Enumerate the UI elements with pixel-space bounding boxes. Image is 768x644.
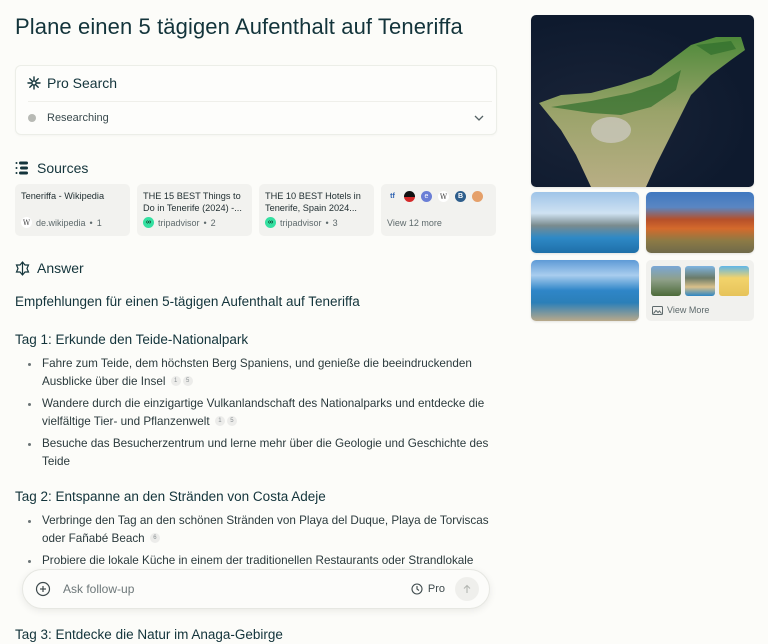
source-site: tripadvisor — [158, 217, 200, 228]
wikipedia-icon: W — [21, 217, 32, 228]
source-title: Teneriffa - Wikipedia — [21, 191, 105, 201]
source-meta: ∞ tripadvisor • 2 — [143, 217, 216, 228]
wikipedia-icon: W — [438, 191, 449, 202]
clock-icon — [411, 583, 423, 595]
view-more-sources-button[interactable]: tf e W B View 12 more — [381, 184, 496, 236]
sources-stack-icon — [15, 161, 28, 175]
thumbnail-image — [719, 266, 749, 296]
sources-header: Sources — [15, 160, 88, 176]
orange-hand-icon — [472, 191, 483, 202]
source-site: tripadvisor — [280, 217, 322, 228]
answer-heading: Empfehlungen für einen 5-tägigen Aufenth… — [15, 294, 360, 309]
source-meta: W de.wikipedia • 1 — [21, 217, 102, 228]
blue-swirl-icon: e — [421, 191, 432, 202]
sources-list: Teneriffa - Wikipedia W de.wikipedia • 1… — [15, 184, 497, 236]
answer-label: Answer — [37, 260, 84, 276]
view-more-label: View 12 more — [387, 218, 442, 228]
list-item: Probiere die lokale Küche in einem der t… — [15, 552, 497, 570]
page-title: Plane einen 5 tägigen Aufenthalt auf Ten… — [15, 14, 463, 39]
sparkle-icon — [27, 76, 41, 90]
citation-badge[interactable]: 1 — [170, 376, 181, 386]
view-more-images-button[interactable]: View More — [646, 260, 754, 321]
image-tenerife-satellite[interactable] — [531, 15, 754, 187]
black-red-circle-icon — [404, 191, 415, 202]
image-volcanic-landscape[interactable] — [646, 192, 754, 253]
source-index: 1 — [96, 217, 102, 228]
follow-up-input[interactable] — [63, 582, 411, 596]
status-check-icon — [28, 114, 36, 122]
tf-icon: tf — [390, 193, 395, 200]
source-index: 3 — [332, 217, 338, 228]
divider — [28, 101, 492, 102]
send-button[interactable] — [455, 577, 479, 601]
add-attachment-icon[interactable] — [35, 581, 51, 597]
list-item: Besuche das Besucherzentrum und lerne me… — [15, 435, 497, 471]
source-card[interactable]: THE 10 BEST Hotels in Tenerife, Spain 20… — [259, 184, 374, 236]
arrow-up-icon — [463, 584, 471, 593]
island-map-graphic — [539, 37, 745, 187]
source-title: THE 10 BEST Hotels in Tenerife, Spain 20… — [265, 191, 361, 213]
view-more-images-label: View More — [652, 305, 709, 315]
day-2-list: Verbringe den Tag an den schönen Strände… — [15, 512, 497, 574]
citation-badge[interactable]: 6 — [149, 533, 160, 543]
tripadvisor-icon: ∞ — [143, 217, 154, 228]
day-heading: Tag 1: Erkunde den Teide-Nationalpark — [15, 332, 249, 347]
pro-search-panel: Pro Search Researching — [15, 65, 497, 135]
pro-search-header: Pro Search — [27, 75, 117, 91]
follow-up-bar: Pro — [22, 569, 490, 609]
answer-icon — [15, 260, 30, 276]
source-card[interactable]: Teneriffa - Wikipedia W de.wikipedia • 1 — [15, 184, 130, 236]
citation-badge[interactable]: 5 — [182, 376, 193, 386]
status-text: Researching — [47, 112, 109, 124]
thumbnail-image — [651, 266, 681, 296]
day-heading: Tag 3: Entdecke die Natur im Anaga-Gebir… — [15, 627, 283, 642]
source-title: THE 15 BEST Things to Do in Tenerife (20… — [143, 191, 242, 213]
source-card[interactable]: THE 15 BEST Things to Do in Tenerife (20… — [137, 184, 252, 236]
tripadvisor-icon: ∞ — [265, 217, 276, 228]
day-1-list: Fahre zum Teide, dem höchsten Berg Spani… — [15, 355, 497, 475]
source-site: de.wikipedia — [36, 217, 86, 228]
list-item: Verbringe den Tag an den schönen Strände… — [15, 512, 497, 548]
list-item: Wandere durch die einzigartige Vulkanlan… — [15, 395, 497, 431]
source-meta: ∞ tripadvisor • 3 — [265, 217, 338, 228]
list-item: Fahre zum Teide, dem höchsten Berg Spani… — [15, 355, 497, 391]
researching-row[interactable]: Researching — [28, 111, 486, 125]
more-favicons: tf e W B — [387, 191, 490, 202]
pro-search-label: Pro Search — [47, 75, 118, 91]
pro-label: Pro — [427, 583, 445, 595]
day-heading: Tag 2: Entspanne an den Stränden von Cos… — [15, 489, 326, 504]
b-icon: B — [455, 191, 466, 202]
citation-badge[interactable]: 5 — [226, 416, 237, 426]
thumbnail-image — [685, 266, 715, 296]
source-index: 2 — [210, 217, 216, 228]
image-coastal-town[interactable] — [531, 192, 639, 253]
image-coastal-village[interactable] — [531, 260, 639, 321]
pro-toggle[interactable]: Pro — [411, 583, 445, 595]
citation-badge[interactable]: 1 — [214, 416, 225, 426]
chevron-down-icon[interactable] — [472, 111, 486, 125]
answer-header: Answer — [15, 260, 84, 276]
sources-label: Sources — [37, 160, 89, 176]
image-icon — [652, 305, 663, 315]
